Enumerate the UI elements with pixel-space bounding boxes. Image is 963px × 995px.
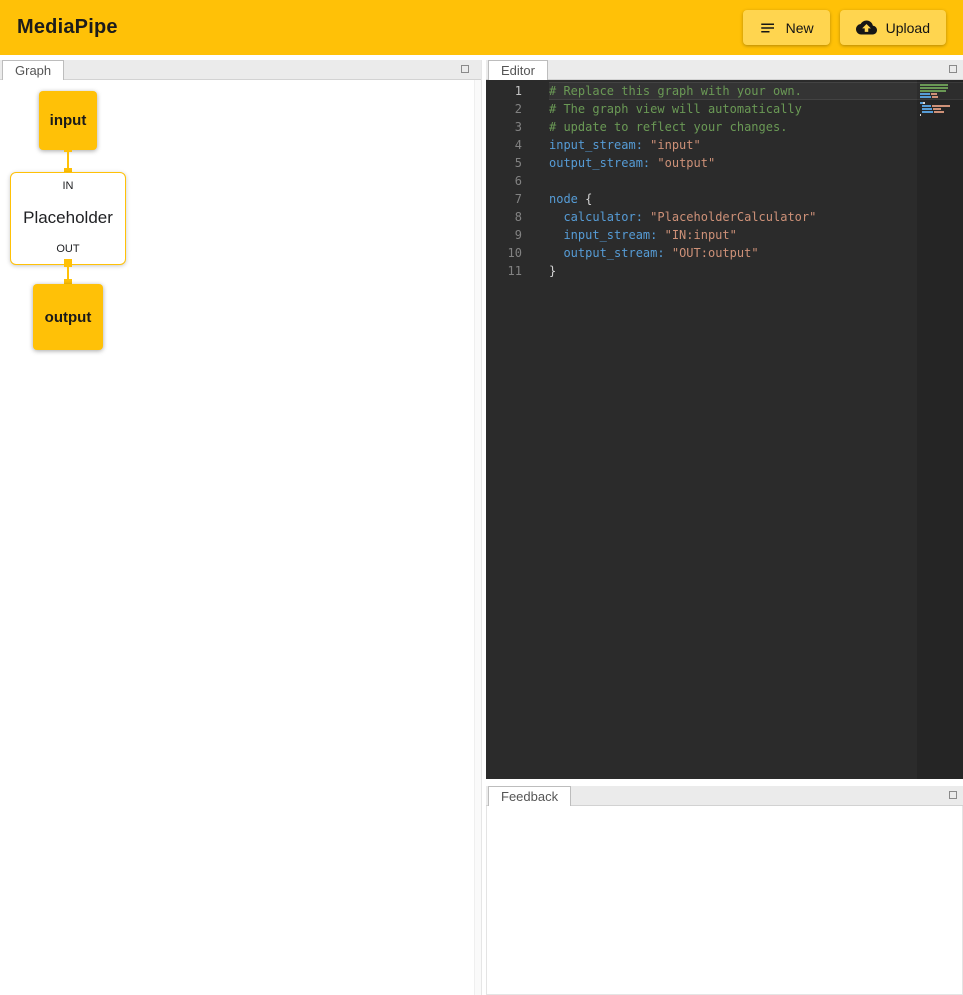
new-button[interactable]: New: [743, 10, 830, 45]
line-number: 1: [486, 82, 522, 100]
minimap-line: [920, 99, 960, 101]
minimap-line: [920, 84, 960, 86]
editor-minimap[interactable]: [917, 80, 963, 779]
top-bar: MediaPipe New Upload: [0, 0, 963, 55]
upload-button[interactable]: Upload: [840, 10, 946, 45]
minimap-line: [920, 93, 960, 95]
edge-wire: [67, 152, 69, 168]
line-number: 2: [486, 100, 522, 118]
new-graph-icon: [759, 19, 777, 37]
input-node-label: input: [50, 112, 87, 129]
graph-node-placeholder[interactable]: IN Placeholder OUT: [10, 172, 126, 265]
minimap-line: [920, 111, 960, 113]
minimap-line: [920, 102, 960, 104]
placeholder-node-label: Placeholder: [23, 208, 113, 228]
graph-node-input[interactable]: input: [39, 91, 97, 150]
code-line[interactable]: output_stream: "output": [549, 154, 963, 172]
graph-canvas[interactable]: input IN Placeholder OUT output: [0, 80, 474, 995]
code-line[interactable]: }: [549, 262, 963, 280]
minimap-line: [920, 90, 960, 92]
tab-editor[interactable]: Editor: [488, 60, 548, 80]
minimap-line: [920, 87, 960, 89]
app-title: MediaPipe: [17, 16, 118, 39]
code-line[interactable]: # Replace this graph with your own.: [549, 82, 963, 100]
editor-code[interactable]: # Replace this graph with your own.# The…: [538, 82, 963, 779]
in-port-label: IN: [63, 180, 74, 192]
minimap-line: [920, 114, 960, 116]
code-line[interactable]: calculator: "PlaceholderCalculator": [549, 208, 963, 226]
minimap-content: [920, 84, 960, 116]
minimap-line: [920, 96, 960, 98]
out-port-label: OUT: [56, 243, 79, 255]
code-line[interactable]: output_stream: "OUT:output": [549, 244, 963, 262]
cloud-upload-icon: [856, 17, 877, 38]
graph-scrollbar[interactable]: [474, 80, 481, 995]
line-number: 8: [486, 208, 522, 226]
edge-connector-square: [64, 144, 72, 152]
feedback-panel: Feedback: [486, 786, 963, 995]
code-line[interactable]: [549, 172, 963, 190]
line-number: 5: [486, 154, 522, 172]
code-line[interactable]: # update to reflect your changes.: [549, 118, 963, 136]
line-number: 9: [486, 226, 522, 244]
code-line[interactable]: input_stream: "input": [549, 136, 963, 154]
code-line[interactable]: input_stream: "IN:input": [549, 226, 963, 244]
line-number: 6: [486, 172, 522, 190]
graph-maximize-icon[interactable]: [461, 65, 469, 73]
graph-node-output[interactable]: output: [33, 284, 103, 350]
code-editor[interactable]: 1234567891011 # Replace this graph with …: [486, 80, 963, 779]
tab-graph[interactable]: Graph: [2, 60, 64, 80]
edge-connector-square: [64, 259, 72, 267]
editor-tabstrip: Editor: [486, 60, 963, 80]
edge-wire: [67, 267, 69, 279]
tab-feedback[interactable]: Feedback: [488, 786, 571, 806]
code-line[interactable]: node {: [549, 190, 963, 208]
new-button-label: New: [786, 20, 814, 36]
feedback-maximize-icon[interactable]: [949, 791, 957, 799]
edge-placeholder-to-output: [64, 259, 72, 287]
line-number: 11: [486, 262, 522, 280]
graph-tabstrip: Graph: [0, 60, 481, 80]
feedback-content: [486, 806, 963, 995]
upload-button-label: Upload: [886, 20, 930, 36]
mediapipe-visualizer: MediaPipe New Upload: [0, 0, 963, 995]
code-line[interactable]: # The graph view will automatically: [549, 100, 963, 118]
top-bar-actions: New Upload: [743, 10, 946, 45]
line-number: 10: [486, 244, 522, 262]
line-number: 4: [486, 136, 522, 154]
minimap-line: [920, 108, 960, 110]
editor-panel: Editor 1234567891011 # Replace this grap…: [486, 60, 963, 779]
graph-panel: Graph input IN Placeholder OUT: [0, 60, 482, 995]
line-number: 7: [486, 190, 522, 208]
line-number: 3: [486, 118, 522, 136]
feedback-tabstrip: Feedback: [486, 786, 963, 806]
editor-gutter: 1234567891011: [486, 82, 538, 779]
minimap-line: [920, 105, 960, 107]
editor-maximize-icon[interactable]: [949, 65, 957, 73]
output-node-label: output: [45, 309, 92, 326]
